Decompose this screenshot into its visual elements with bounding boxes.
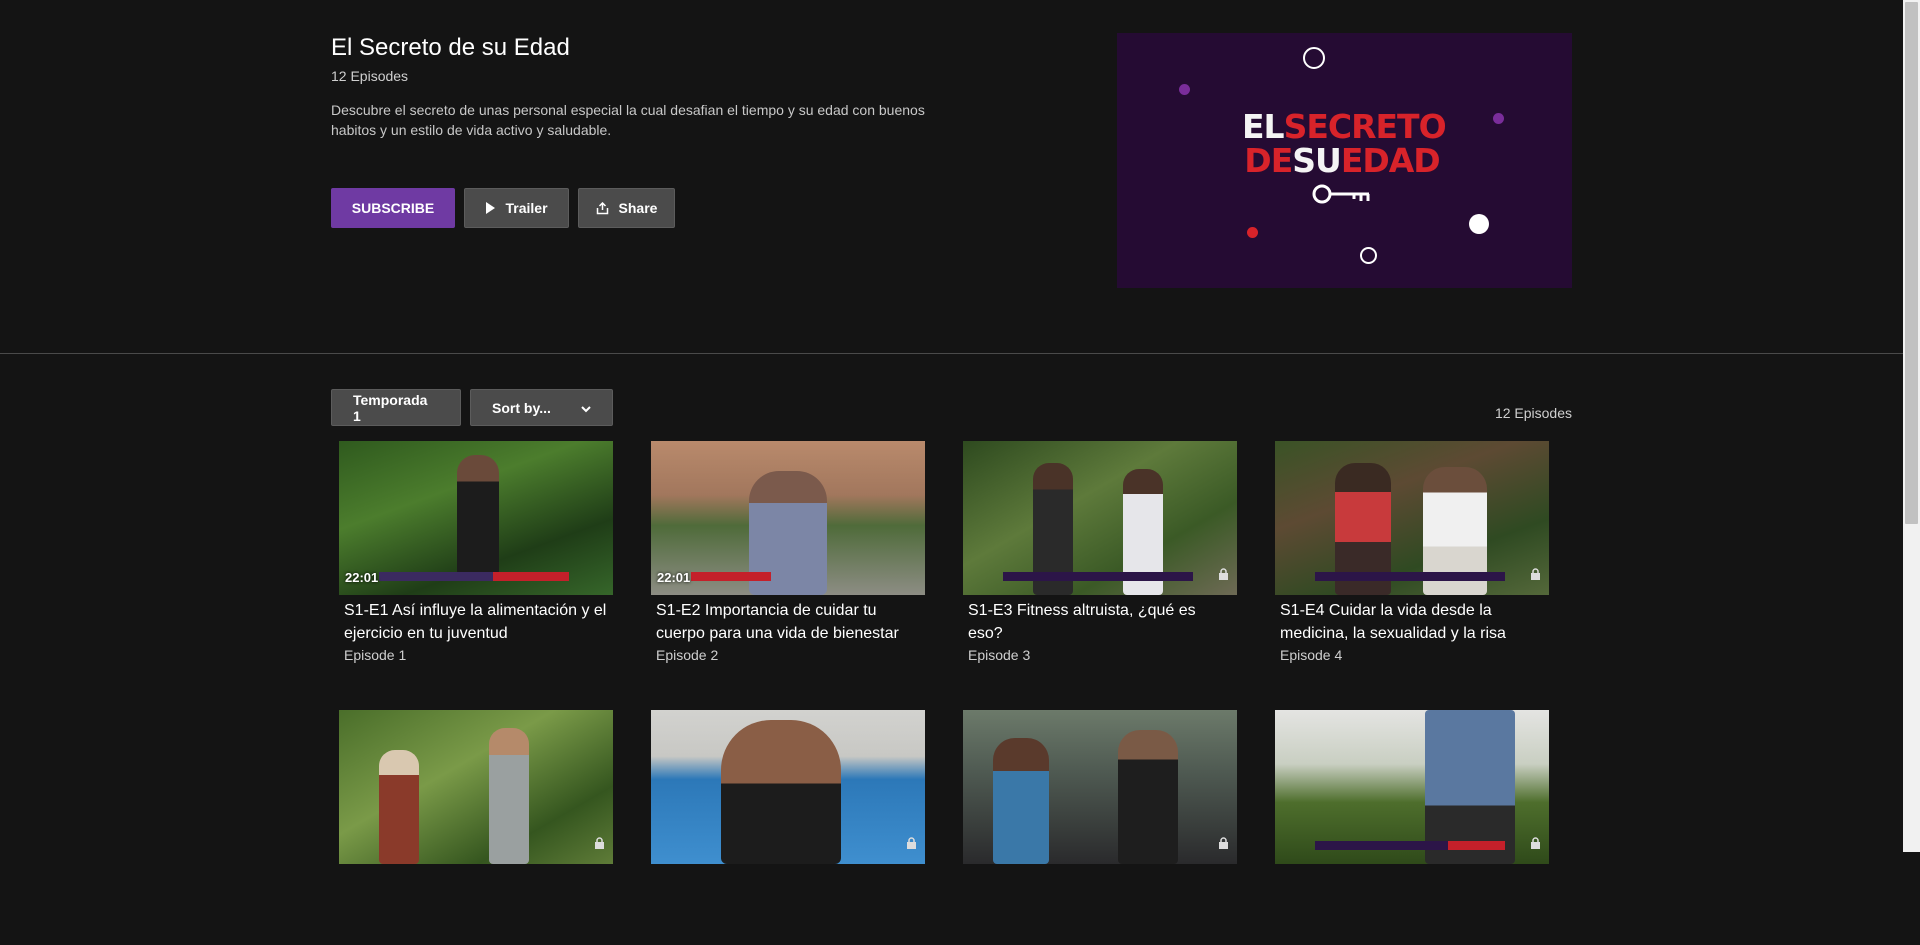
- sort-dropdown[interactable]: Sort by...: [470, 389, 613, 426]
- episode-card[interactable]: [339, 710, 613, 945]
- poster-dot: [1469, 214, 1489, 234]
- poster-dot: [1493, 113, 1504, 124]
- action-bar: SUBSCRIBE Trailer Share: [331, 188, 675, 228]
- episode-grid: 22:01 S1-E1 Así influye la alimentación …: [339, 441, 1549, 945]
- lower-third: [379, 572, 569, 581]
- lower-third: [1315, 841, 1505, 850]
- episode-card[interactable]: [1275, 710, 1549, 945]
- section-divider: [0, 353, 1903, 354]
- share-label: Share: [618, 200, 658, 216]
- lock-icon: [1530, 567, 1541, 585]
- lock-icon: [906, 836, 917, 854]
- logo-text: DE: [1244, 141, 1293, 180]
- logo-text: EDAD: [1340, 141, 1441, 180]
- season-selector[interactable]: Temporada 1: [331, 389, 461, 426]
- episode-card[interactable]: S1-E3 Fitness altruista, ¿qué es eso? Ep…: [963, 441, 1237, 676]
- thumbnail-figure: [721, 720, 841, 864]
- episode-card[interactable]: 22:01 S1-E1 Así influye la alimentación …: [339, 441, 613, 676]
- poster-dot: [1360, 247, 1377, 264]
- season-label: Temporada 1: [353, 391, 428, 424]
- lower-third: [1315, 572, 1505, 581]
- thumbnail-figure: [489, 728, 529, 864]
- thumbnail-figure: [379, 750, 419, 864]
- episode-thumbnail[interactable]: [651, 710, 925, 864]
- episode-title[interactable]: S1-E1 Así influye la alimentación y el e…: [344, 599, 607, 645]
- episode-title[interactable]: S1-E4 Cuidar la vida desde la medicina, …: [1280, 599, 1543, 645]
- subscribe-label: SUBSCRIBE: [351, 200, 435, 216]
- episode-duration: 22:01: [345, 570, 379, 585]
- episode-title[interactable]: S1-E3 Fitness altruista, ¿qué es eso?: [968, 599, 1231, 645]
- play-icon: [485, 202, 496, 214]
- chevron-down-icon: [581, 400, 591, 416]
- episode-duration: 22:01: [657, 570, 691, 585]
- episode-thumbnail[interactable]: [1275, 710, 1549, 864]
- logo-text: SU: [1292, 141, 1342, 180]
- show-header: El Secreto de su Edad 12 Episodes Descub…: [331, 34, 971, 140]
- episode-thumbnail[interactable]: 22:01: [651, 441, 925, 595]
- episode-card[interactable]: 22:01 S1-E2 Importancia de cuidar tu cue…: [651, 441, 925, 676]
- lower-third: [1003, 572, 1193, 581]
- thumbnail-figure: [457, 455, 499, 575]
- share-button[interactable]: Share: [578, 188, 675, 228]
- episode-number: Episode 3: [968, 647, 1031, 663]
- poster-dot: [1247, 227, 1258, 238]
- episode-number: Episode 4: [1280, 647, 1343, 663]
- episode-number: Episode 1: [344, 647, 407, 663]
- episode-number: Episode 2: [656, 647, 719, 663]
- episode-thumbnail[interactable]: [1275, 441, 1549, 595]
- show-poster: ELSECRETO DESUEDAD: [1117, 33, 1572, 288]
- poster-dot: [1179, 84, 1190, 95]
- episode-card[interactable]: [963, 710, 1237, 945]
- key-icon: [1242, 182, 1442, 210]
- total-episodes: 12 Episodes: [1494, 405, 1572, 421]
- sort-label: Sort by...: [492, 399, 551, 416]
- episode-thumbnail[interactable]: [963, 710, 1237, 864]
- share-icon: [596, 201, 609, 215]
- episode-card[interactable]: S1-E4 Cuidar la vida desde la medicina, …: [1275, 441, 1549, 676]
- thumbnail-figure: [993, 738, 1049, 864]
- subscribe-button[interactable]: SUBSCRIBE: [331, 188, 455, 228]
- episode-thumbnail[interactable]: [339, 710, 613, 864]
- lock-icon: [1530, 836, 1541, 854]
- scrollbar-thumb[interactable]: [1905, 2, 1918, 524]
- poster-dot: [1303, 47, 1325, 69]
- trailer-button[interactable]: Trailer: [464, 188, 569, 228]
- lower-third: [691, 572, 771, 581]
- episode-thumbnail[interactable]: [963, 441, 1237, 595]
- trailer-label: Trailer: [505, 200, 548, 216]
- thumbnail-figure: [1118, 730, 1178, 864]
- lock-icon: [594, 836, 605, 854]
- show-title: El Secreto de su Edad: [331, 34, 570, 61]
- lock-icon: [1218, 567, 1229, 585]
- episode-count: 12 Episodes: [331, 68, 409, 84]
- episode-title[interactable]: S1-E2 Importancia de cuidar tu cuerpo pa…: [656, 599, 919, 645]
- scrollbar-track[interactable]: [1903, 0, 1920, 852]
- episode-thumbnail[interactable]: 22:01: [339, 441, 613, 595]
- lock-icon: [1218, 836, 1229, 854]
- episode-filters: Temporada 1 Sort by...: [331, 389, 613, 426]
- episode-card[interactable]: [651, 710, 925, 945]
- show-description: Descubre el secreto de unas personal esp…: [331, 102, 925, 138]
- show-logo: ELSECRETO DESUEDAD: [1242, 110, 1447, 210]
